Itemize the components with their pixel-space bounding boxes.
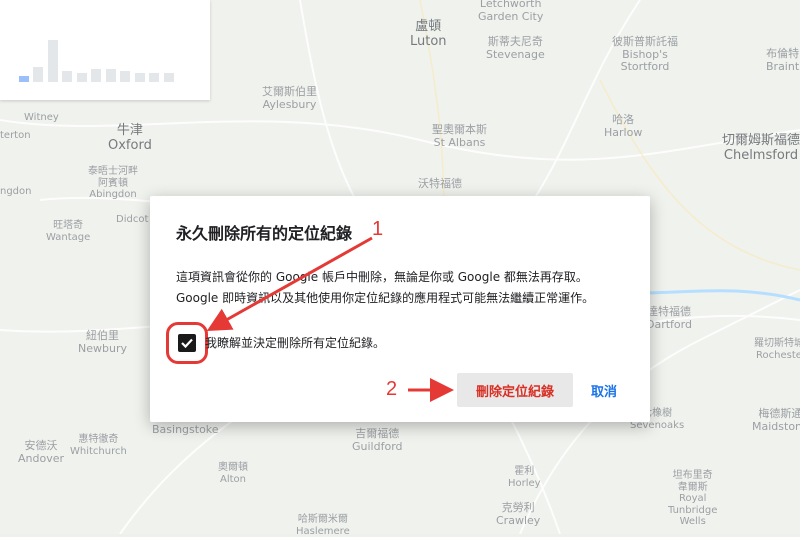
annotation-step-1: 1 [372,218,384,240]
cancel-button[interactable]: 取消 [582,373,626,407]
confirm-checkbox[interactable] [178,334,196,352]
dialog-body-line-2: Google 即時資訊以及其他使用你定位紀錄的應用程式可能無法繼續正常運作。 [176,291,595,305]
dialog-body-line-1: 這項資訊會從你的 Google 帳戶中刪除，無論是你或 Google 都無法再存… [176,270,588,284]
checkmark-icon [181,338,193,349]
confirm-checkbox-label[interactable]: 我瞭解並決定刪除所有定位紀錄。 [205,334,385,351]
delete-history-button[interactable]: 刪除定位紀錄 [457,373,573,407]
annotation-step-2: 2 [386,378,398,400]
dialog-title: 永久刪除所有的定位紀錄 [176,224,353,243]
delete-history-dialog: 永久刪除所有的定位紀錄 這項資訊會從你的 Google 帳戶中刪除，無論是你或 … [150,196,650,422]
